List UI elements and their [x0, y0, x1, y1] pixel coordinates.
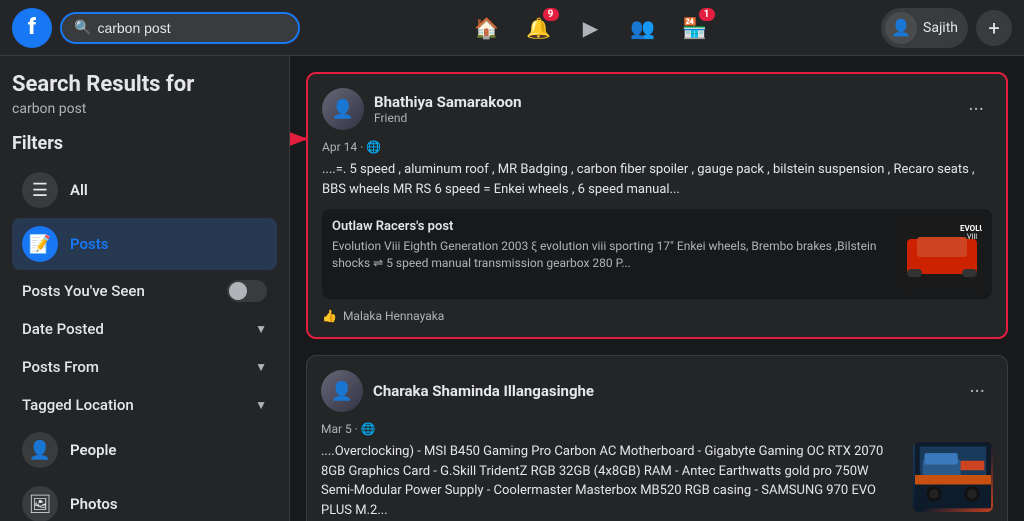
post-author-2: Charaka Shaminda Illangasinghe — [373, 382, 951, 400]
chevron-down-icon: ▼ — [255, 360, 267, 374]
post-avatar-2: 👤 — [321, 370, 363, 412]
red-arrow — [290, 104, 318, 154]
post-header-2: 👤 Charaka Shaminda Illangasinghe ··· — [321, 370, 993, 412]
sidebar-item-posts[interactable]: 📝 Posts — [12, 218, 277, 270]
post-meta-1: Bhathiya Samarakoon Friend — [374, 93, 950, 125]
main-layout: Search Results for carbon post Filters ☰… — [0, 56, 1024, 521]
avatar: 👤 — [885, 12, 917, 44]
post-card-2: 👤 Charaka Shaminda Illangasinghe ··· Mar… — [306, 355, 1008, 521]
post-reactions-1: 👍 Malaka Hennayaka — [322, 309, 992, 323]
posts-seen-filter[interactable]: Posts You've Seen — [12, 272, 277, 310]
post-friend-label-1: Friend — [374, 111, 950, 125]
marketplace-badge: 1 — [699, 8, 715, 21]
people-icon: 👤 — [22, 432, 58, 468]
globe-icon-1: 🌐 — [366, 140, 381, 154]
posts-from-label: Posts From — [22, 358, 99, 376]
svg-text:EVOLUTION: EVOLUTION — [960, 224, 982, 233]
add-button[interactable]: + — [976, 10, 1012, 46]
post-image-area-2: ....Overclocking) - MSI B450 Gaming Pro … — [321, 442, 993, 521]
post-preview-1: Outlaw Racers's post Evolution Viii Eigh… — [322, 209, 992, 299]
filters-label: Filters — [12, 133, 277, 154]
posts-from-filter[interactable]: Posts From ▼ — [12, 348, 277, 386]
preview-title-1: Outlaw Racers's post — [332, 219, 892, 234]
photos-icon: 🖼 — [22, 486, 58, 521]
svg-text:VIII: VIII — [967, 233, 977, 241]
sidebar-item-people[interactable]: 👤 People — [12, 424, 277, 476]
post-card-1: 👤 Bhathiya Samarakoon Friend ··· Apr 14 … — [306, 72, 1008, 339]
date-posted-filter[interactable]: Date Posted ▼ — [12, 310, 277, 348]
posts-icon: 📝 — [22, 226, 58, 262]
post-image-2 — [913, 442, 993, 512]
sidebar-item-people-label: People — [70, 441, 267, 459]
search-results-content: 👤 Bhathiya Samarakoon Friend ··· Apr 14 … — [290, 56, 1024, 521]
sidebar-item-all[interactable]: ☰ All — [12, 164, 277, 216]
post-body-2: ....Overclocking) - MSI B450 Gaming Pro … — [321, 442, 903, 520]
globe-icon-2: 🌐 — [361, 422, 376, 436]
nav-marketplace-button[interactable]: 🏪 1 — [671, 4, 719, 52]
sidebar-item-all-label: All — [70, 181, 267, 199]
post-avatar-1: 👤 — [322, 88, 364, 130]
reaction-user-1: Malaka Hennayaka — [343, 309, 444, 323]
sidebar-item-photos-label: Photos — [70, 495, 267, 513]
post-author-1: Bhathiya Samarakoon — [374, 93, 950, 111]
nav-home-button[interactable]: 🏠 — [463, 4, 511, 52]
search-box[interactable]: 🔍 — [60, 12, 300, 44]
tagged-location-filter[interactable]: Tagged Location ▼ — [12, 386, 277, 424]
post-body-1: ....=. 5 speed , aluminum roof , MR Badg… — [322, 160, 992, 199]
preview-text-1: Outlaw Racers's post Evolution Viii Eigh… — [332, 219, 892, 289]
date-posted-label: Date Posted — [22, 320, 104, 338]
user-name: Sajith — [923, 20, 958, 36]
posts-seen-toggle[interactable] — [227, 280, 267, 302]
notification-badge: 9 — [543, 8, 559, 21]
posts-seen-label: Posts You've Seen — [22, 282, 145, 300]
post-menu-button-1[interactable]: ··· — [960, 93, 992, 125]
user-avatar-button[interactable]: 👤 Sajith — [881, 8, 968, 48]
facebook-logo: f — [12, 8, 52, 48]
avatar-image-1: 👤 — [322, 88, 364, 130]
chevron-down-icon: ▼ — [255, 322, 267, 336]
nav-notifications-button[interactable]: 🔔 9 — [515, 4, 563, 52]
post-date-2: Mar 5 · 🌐 — [321, 422, 993, 436]
post-header-1: 👤 Bhathiya Samarakoon Friend ··· — [322, 88, 992, 130]
post-meta-2: Charaka Shaminda Illangasinghe — [373, 382, 951, 400]
chevron-down-icon: ▼ — [255, 398, 267, 412]
nav-right: 👤 Sajith + — [881, 8, 1012, 48]
post-menu-button-2[interactable]: ··· — [961, 375, 993, 407]
top-navigation: f 🔍 🏠 🔔 9 ▶ 👥 🏪 1 👤 Sajith + — [0, 0, 1024, 56]
sidebar: Search Results for carbon post Filters ☰… — [0, 56, 290, 521]
nav-icons: 🏠 🔔 9 ▶ 👥 🏪 1 — [300, 4, 881, 52]
tagged-location-label: Tagged Location — [22, 396, 134, 414]
search-input[interactable] — [97, 20, 286, 36]
search-icon: 🔍 — [74, 20, 91, 36]
preview-image-1: EVOLUTION VIII — [902, 219, 982, 289]
sidebar-item-photos[interactable]: 🖼 Photos — [12, 478, 277, 521]
search-query: carbon post — [12, 101, 277, 117]
sidebar-item-posts-label: Posts — [70, 235, 267, 253]
avatar-image-2: 👤 — [321, 370, 363, 412]
search-results-title: Search Results for — [12, 72, 277, 97]
post-date-1: Apr 14 · 🌐 — [322, 140, 992, 154]
all-icon: ☰ — [22, 172, 58, 208]
reaction-icon-1: 👍 — [322, 309, 337, 323]
nav-video-button[interactable]: ▶ — [567, 4, 615, 52]
toggle-knob — [229, 282, 247, 300]
preview-desc-1: Evolution Viii Eighth Generation 2003 ξ … — [332, 238, 892, 272]
nav-groups-button[interactable]: 👥 — [619, 4, 667, 52]
